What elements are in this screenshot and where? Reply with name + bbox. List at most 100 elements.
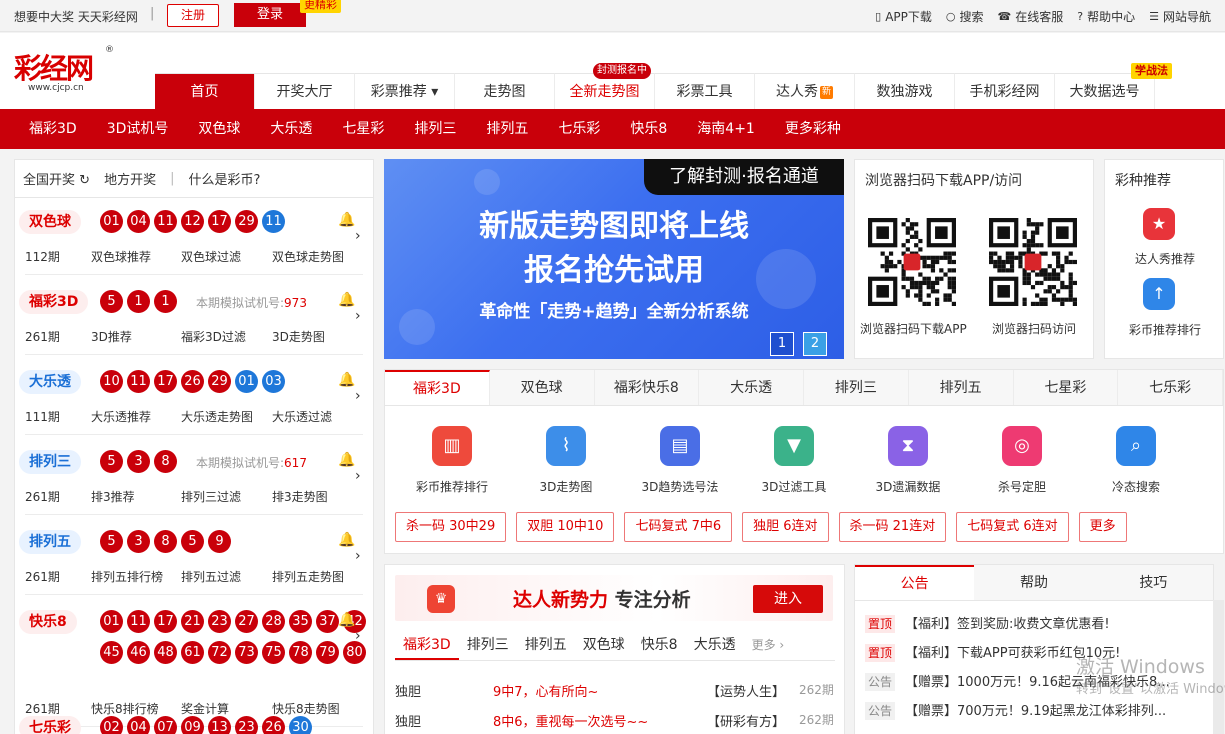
expert-author[interactable]: 【研彩有方】 <box>707 711 785 730</box>
main-nav-item[interactable]: 手机彩经网 <box>955 73 1055 109</box>
stat-pill[interactable]: 杀一码 30中29 <box>395 512 507 542</box>
stat-pill[interactable]: 双胆 10中10 <box>516 512 615 542</box>
lottery-link[interactable]: 排列五排行榜 <box>91 568 163 585</box>
lottery-name[interactable]: 快乐8 <box>19 610 77 634</box>
expert-title[interactable]: 9中7，心有所向~ <box>493 681 598 700</box>
expert-enter-button[interactable]: 进入 <box>753 585 823 613</box>
bell-icon[interactable]: 🔔 <box>338 532 355 548</box>
subnav-item[interactable]: 七星彩 <box>327 109 399 149</box>
subnav-item[interactable]: 双色球 <box>183 109 255 149</box>
top-link[interactable]: ☰ 网站导航 <box>1149 8 1211 25</box>
lottery-link[interactable]: 双色球走势图 <box>272 248 344 265</box>
lottery-name[interactable]: 排列三 <box>19 450 81 474</box>
tool-tab[interactable]: 七星彩 <box>1014 370 1119 405</box>
notice-tab[interactable]: 帮助 <box>974 565 1093 600</box>
lottery-link[interactable]: 排列五过滤 <box>181 568 241 585</box>
stat-pill[interactable]: 杀一码 21连对 <box>838 512 947 542</box>
tab-national-draws[interactable]: 全国开奖 ↻ <box>23 169 90 188</box>
expert-title[interactable]: 8中6，重视每一次选号~~ <box>493 711 648 730</box>
expert-tab[interactable]: 排列三 <box>459 631 517 660</box>
main-nav-item[interactable]: 大数据选号 学战法 <box>1055 63 1172 109</box>
lottery-link[interactable]: 排3推荐 <box>91 488 135 505</box>
refresh-icon[interactable]: ↻ <box>79 173 90 188</box>
notice-tab[interactable]: 公告 <box>855 565 975 600</box>
notice-tab[interactable]: 技巧 <box>1094 565 1213 600</box>
tool-item[interactable]: ◎ 杀号定胆 <box>972 426 1072 495</box>
lottery-name[interactable]: 双色球 <box>19 210 81 234</box>
chevron-right-icon[interactable]: › <box>355 228 361 244</box>
main-nav-item[interactable]: 达人秀新 <box>755 73 855 109</box>
subnav-item[interactable]: 大乐透 <box>255 109 327 149</box>
subnav-item[interactable]: 七乐彩 <box>543 109 615 149</box>
register-button[interactable]: 注册 <box>167 4 219 27</box>
chevron-right-icon[interactable]: › <box>355 308 361 324</box>
top-link[interactable]: ? 帮助中心 <box>1077 8 1135 25</box>
tool-item[interactable]: ▥ 彩币推荐排行 <box>402 426 502 495</box>
bell-icon[interactable]: 🔔 <box>338 452 355 468</box>
tool-item[interactable]: ⌕ 冷态搜索 <box>1086 426 1186 495</box>
coin-ranking-link[interactable]: 彩币推荐排行 <box>1105 321 1225 338</box>
main-nav-item[interactable]: 彩票工具 <box>655 73 755 109</box>
bell-icon[interactable]: 🔔 <box>338 372 355 388</box>
top-link[interactable]: ○ 搜索 <box>946 8 984 25</box>
banner-page-2[interactable]: 2 <box>803 332 827 356</box>
tool-item[interactable]: ▼ 3D过滤工具 <box>744 426 844 495</box>
subnav-item[interactable]: 海南4+1 <box>682 109 770 149</box>
site-logo[interactable]: 彩经网 ® www.cjcp.cn <box>14 45 114 93</box>
lottery-link[interactable]: 大乐透推荐 <box>91 408 151 425</box>
expert-tab[interactable]: 大乐透 <box>686 631 744 660</box>
expert-tab[interactable]: 双色球 <box>575 631 633 660</box>
main-nav-item[interactable]: 数独游戏 <box>855 73 955 109</box>
tool-tab[interactable]: 福彩3D <box>385 370 490 405</box>
bell-icon[interactable]: 🔔 <box>338 212 355 228</box>
expert-author[interactable]: 【运势人生】 <box>707 681 785 700</box>
main-nav-item[interactable]: 彩票推荐 ▾ <box>355 73 455 109</box>
tool-tab[interactable]: 双色球 <box>490 370 595 405</box>
tool-item[interactable]: ▤ 3D趋势选号法 <box>630 426 730 495</box>
tool-item[interactable]: ⌇ 3D走势图 <box>516 426 616 495</box>
login-button[interactable]: 登录 <box>234 3 306 27</box>
promo-banner[interactable]: 了解封测·报名通道 新版走势图即将上线 报名抢先试用 革命性「走势+趋势」全新分… <box>384 159 844 359</box>
lottery-link[interactable]: 双色球过滤 <box>181 248 241 265</box>
stat-pill[interactable]: 七码复式 6连对 <box>956 512 1069 542</box>
chevron-right-icon[interactable]: › <box>355 468 361 484</box>
lottery-link[interactable]: 快乐8走势图 <box>272 700 340 717</box>
top-link[interactable]: ☎ 在线客服 <box>998 8 1064 25</box>
lottery-name[interactable]: 福彩3D <box>19 290 89 314</box>
expert-tab[interactable]: 快乐8 <box>633 631 686 660</box>
subnav-item[interactable]: 排列三 <box>399 109 471 149</box>
subnav-item[interactable]: 快乐8 <box>615 109 682 149</box>
bell-icon[interactable]: 🔔 <box>338 612 355 628</box>
lottery-name[interactable]: 七乐彩 <box>19 716 81 734</box>
lottery-link[interactable]: 排3走势图 <box>272 488 328 505</box>
star-icon[interactable]: ★ <box>1143 208 1175 240</box>
lottery-link[interactable]: 排列五走势图 <box>272 568 344 585</box>
lottery-link[interactable]: 奖金计算 <box>181 700 229 717</box>
lottery-link[interactable]: 快乐8排行榜 <box>91 700 159 717</box>
expert-recommend-link[interactable]: 达人秀推荐 <box>1105 250 1225 267</box>
chevron-right-icon[interactable]: › <box>355 388 361 404</box>
subnav-item[interactable]: 更多彩种 <box>770 109 856 149</box>
banner-page-1[interactable]: 1 <box>770 332 794 356</box>
expert-more-link[interactable]: 更多 › <box>744 631 793 660</box>
top-link[interactable]: ▯ APP下载 <box>875 8 932 25</box>
tool-tab[interactable]: 排列三 <box>804 370 909 405</box>
tab-local-draws[interactable]: 地方开奖 <box>104 169 156 188</box>
main-nav-item[interactable]: 全新走势图 封测报名中 <box>555 63 655 109</box>
notice-row[interactable]: 置顶 【福利】签到奖励:收费文章优惠看! <box>865 613 1205 633</box>
expert-banner[interactable]: ♛ 达人新势力 专注分析 进入 <box>395 575 833 621</box>
lottery-link[interactable]: 大乐透走势图 <box>181 408 253 425</box>
page-scrollbar[interactable] <box>1213 600 1224 734</box>
lottery-link[interactable]: 大乐透过滤 <box>272 408 332 425</box>
chevron-right-icon[interactable]: › <box>355 628 361 644</box>
subnav-item[interactable]: 3D试机号 <box>92 109 184 149</box>
lottery-link[interactable]: 双色球推荐 <box>91 248 151 265</box>
subnav-item[interactable]: 排列五 <box>471 109 543 149</box>
main-nav-item[interactable]: 走势图 <box>455 73 555 109</box>
lottery-link[interactable]: 3D走势图 <box>272 328 325 345</box>
tool-tab[interactable]: 七乐彩 <box>1118 370 1223 405</box>
expert-tab[interactable]: 福彩3D <box>395 631 459 660</box>
expert-tab[interactable]: 排列五 <box>517 631 575 660</box>
banner-signup-tag[interactable]: 了解封测·报名通道 <box>644 159 844 195</box>
stat-pill[interactable]: 更多 <box>1078 512 1127 542</box>
